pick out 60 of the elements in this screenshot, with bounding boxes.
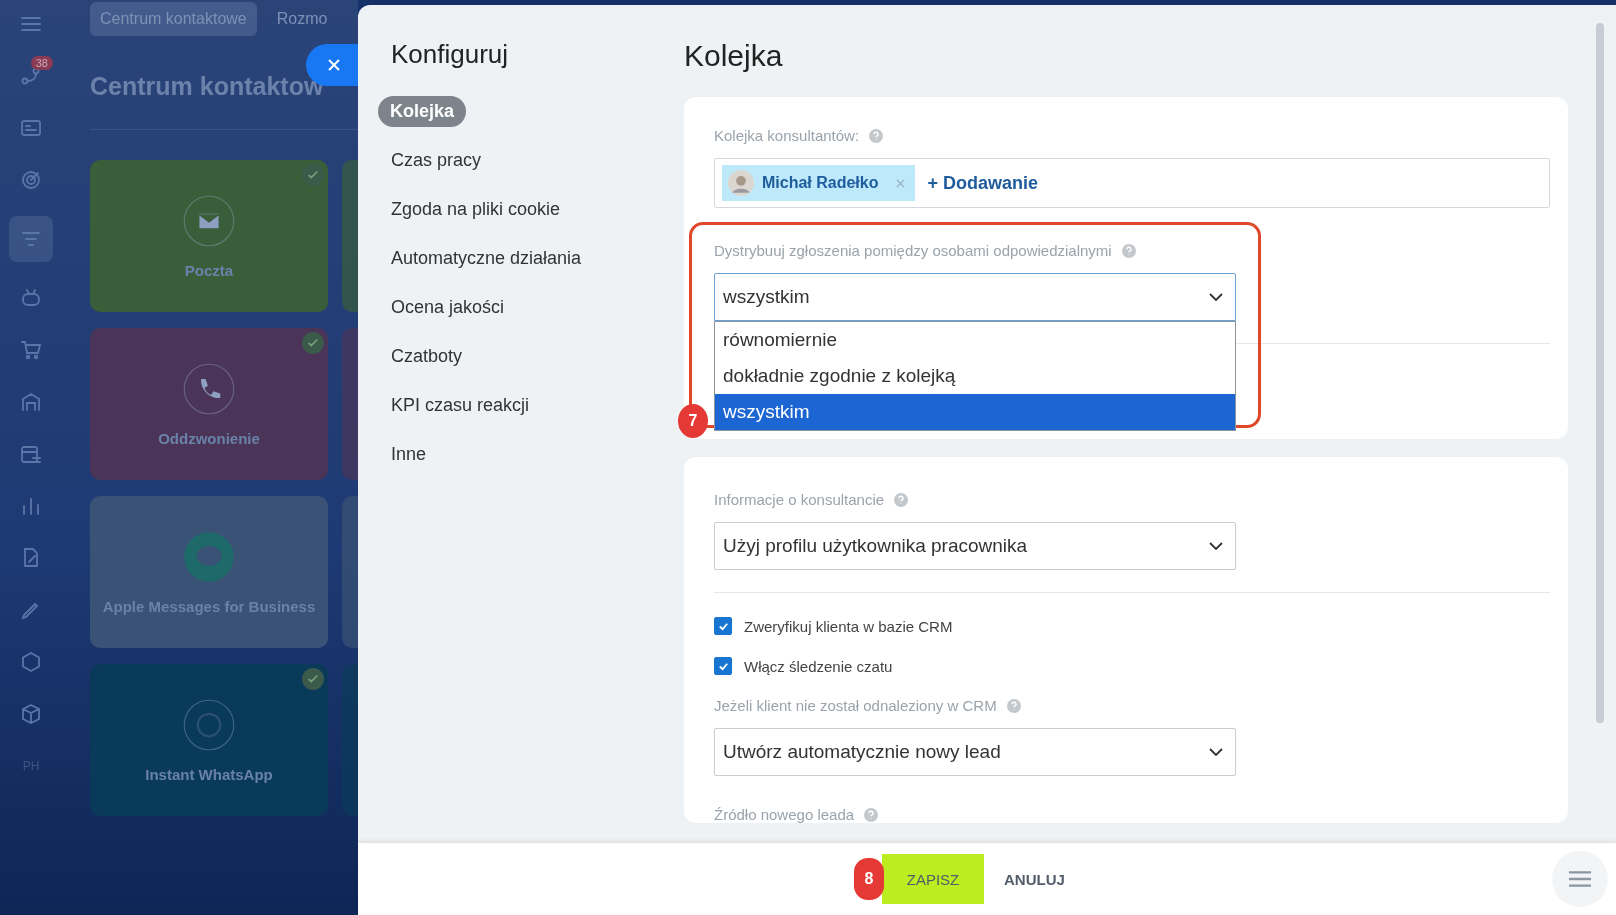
avatar-icon <box>728 170 754 196</box>
field-label: Źródło nowego leada <box>714 806 855 823</box>
help-icon[interactable] <box>1121 243 1136 258</box>
checkbox[interactable] <box>714 657 732 675</box>
help-icon[interactable] <box>864 807 879 822</box>
save-button[interactable]: ZAPISZ <box>882 854 984 904</box>
remove-icon[interactable] <box>896 178 906 188</box>
dropdown-option[interactable]: dokładnie zgodnie z kolejką <box>715 358 1235 394</box>
nav-item[interactable]: Zgoda na pliki cookie <box>378 194 574 225</box>
field-label: Kolejka konsultantów: <box>714 127 860 144</box>
help-icon[interactable] <box>869 128 884 143</box>
checkbox-label: Włącz śledzenie czatu <box>744 657 893 675</box>
cart-icon <box>19 338 43 362</box>
nav-item[interactable]: Inne <box>378 439 440 470</box>
field-label: Dystrybuuj zgłoszenia pomiędzy osobami odpowiedzialnymi <box>714 242 1112 259</box>
add-link[interactable]: + Dodawanie <box>927 172 1038 194</box>
card-title: Oddzwonienie <box>158 429 260 447</box>
section-title: Kolejka <box>684 38 784 74</box>
notification-badge: 38 <box>30 56 53 70</box>
menu-icon <box>1569 870 1591 888</box>
chevron-down-icon <box>1209 542 1223 550</box>
cancel-button[interactable]: ANULUJ <box>994 860 1075 898</box>
step-badge: 7 <box>678 404 708 438</box>
nav-item[interactable]: Czas pracy <box>378 145 495 176</box>
dropdown-option[interactable]: wszystkim <box>715 394 1235 430</box>
nav-item[interactable]: Ocena jakości <box>378 292 518 323</box>
help-icon[interactable] <box>894 492 909 507</box>
dropdown-select[interactable]: Utwórz automatycznie nowy lead <box>714 728 1236 776</box>
nav-item[interactable]: Automatyczne działania <box>378 243 595 274</box>
field-label: Jeżeli klient nie został odnaleziony w CRM <box>714 697 997 714</box>
nav-item[interactable]: KPI czasu reakcji <box>378 390 543 421</box>
nav-item[interactable]: Czatboty <box>378 341 476 372</box>
card-title: Poczta <box>184 261 234 279</box>
nav-item[interactable]: Kolejka <box>378 96 467 127</box>
check-icon <box>717 620 729 632</box>
card-title: Instant WhatsApp <box>145 765 273 783</box>
phone-icon <box>182 361 236 416</box>
step-badge: 8 <box>854 858 884 900</box>
mail-icon <box>182 193 236 248</box>
dropdown-option[interactable]: równomiernie <box>715 322 1235 358</box>
sidebar-item[interactable] <box>9 216 53 262</box>
checkbox-label: Zweryfikuj klienta w bazie CRM <box>744 617 953 635</box>
dropdown-select[interactable]: wszystkim <box>714 273 1236 321</box>
warehouse-icon <box>19 390 43 414</box>
hexagon-icon <box>19 650 43 674</box>
scrollbar[interactable] <box>1596 23 1604 723</box>
field-label: Informacje o konsultancie <box>714 491 885 508</box>
user-selector[interactable]: Michał Radełko + Dodawanie <box>714 158 1550 208</box>
help-icon[interactable] <box>1006 698 1021 713</box>
panel-heading: Konfiguruj <box>391 39 509 70</box>
checkbox[interactable] <box>714 617 732 635</box>
chevron-down-icon <box>1209 748 1223 756</box>
dropdown-select[interactable]: Użyj profilu użytkownika pracownika <box>714 522 1236 570</box>
target-icon <box>19 168 43 192</box>
user-chip[interactable]: Michał Radełko <box>722 165 916 201</box>
close-icon <box>326 57 342 73</box>
menu-button[interactable] <box>1552 851 1608 907</box>
check-icon <box>717 660 729 672</box>
chevron-down-icon <box>1209 293 1223 301</box>
box-icon <box>19 702 43 726</box>
